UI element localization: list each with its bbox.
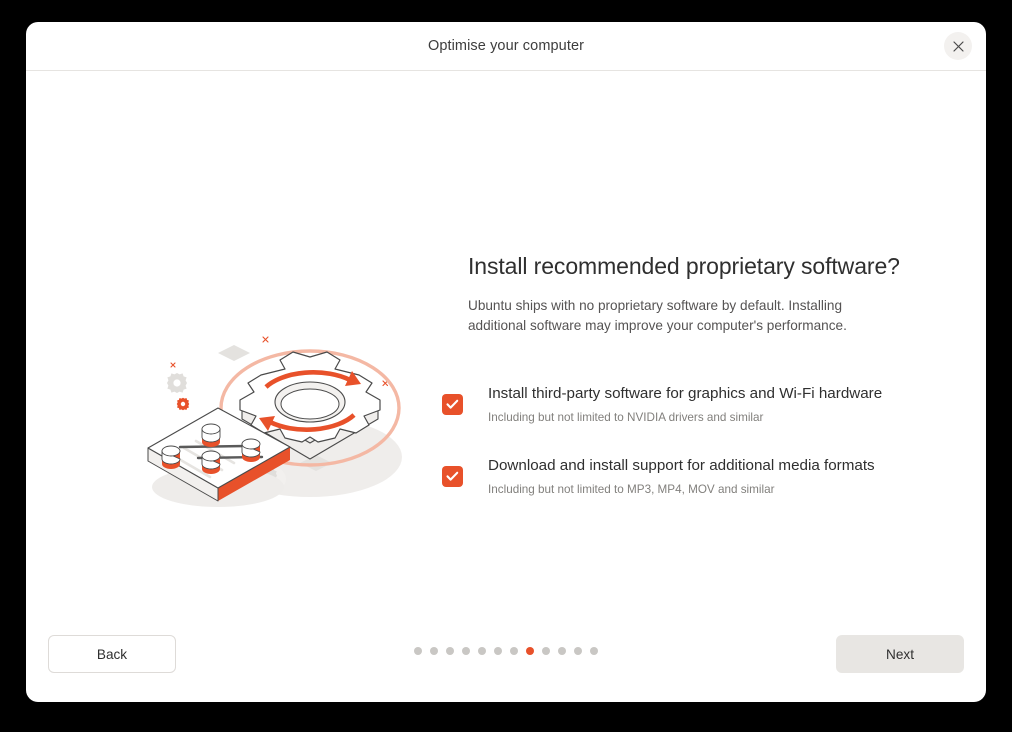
pagination-dot[interactable] [574,647,582,655]
pagination-dot[interactable] [526,647,534,655]
content-area: Install recommended proprietary software… [26,71,986,702]
pagination-dot[interactable] [590,647,598,655]
option-label: Install third-party software for graphic… [488,385,883,402]
options-panel: Install recommended proprietary software… [442,253,902,526]
pagination-dot[interactable] [462,647,470,655]
check-icon [446,399,459,410]
option-third-party-software[interactable]: Install third-party software for graphic… [442,382,902,427]
window-title: Optimise your computer [427,38,585,54]
small-orange-gear [176,397,190,411]
next-button[interactable]: Next [836,635,964,673]
option-media-formats[interactable]: Download and install support for additio… [442,454,902,499]
pagination-dot[interactable] [510,647,518,655]
settings-gear-illustration [114,311,424,521]
installer-window: Optimise your computer Install recommend… [26,22,986,702]
option-sublabel: Including but not limited to NVIDIA driv… [488,411,764,424]
pagination-dot[interactable] [542,647,550,655]
options-list: Install third-party software for graphic… [442,382,902,499]
close-icon [952,40,964,52]
checkbox-media-formats[interactable] [442,466,463,487]
footer-bar: Back Next [26,616,986,702]
check-icon [446,471,459,482]
option-text: Download and install support for additio… [488,454,902,499]
pagination-dot[interactable] [494,647,502,655]
pagination-dot[interactable] [558,647,566,655]
checkbox-third-party-software[interactable] [442,394,463,415]
title-bar: Optimise your computer [26,22,986,71]
option-label: Download and install support for additio… [488,457,875,474]
pagination-dot[interactable] [430,647,438,655]
pagination-dot[interactable] [478,647,486,655]
option-sublabel: Including but not limited to MP3, MP4, M… [488,483,775,496]
close-button[interactable] [944,32,972,60]
option-text: Install third-party software for graphic… [488,382,902,427]
pagination-dot[interactable] [414,647,422,655]
page-description: Ubuntu ships with no proprietary softwar… [468,298,847,333]
page-title: Install recommended proprietary software… [468,253,900,279]
pagination-dot[interactable] [446,647,454,655]
